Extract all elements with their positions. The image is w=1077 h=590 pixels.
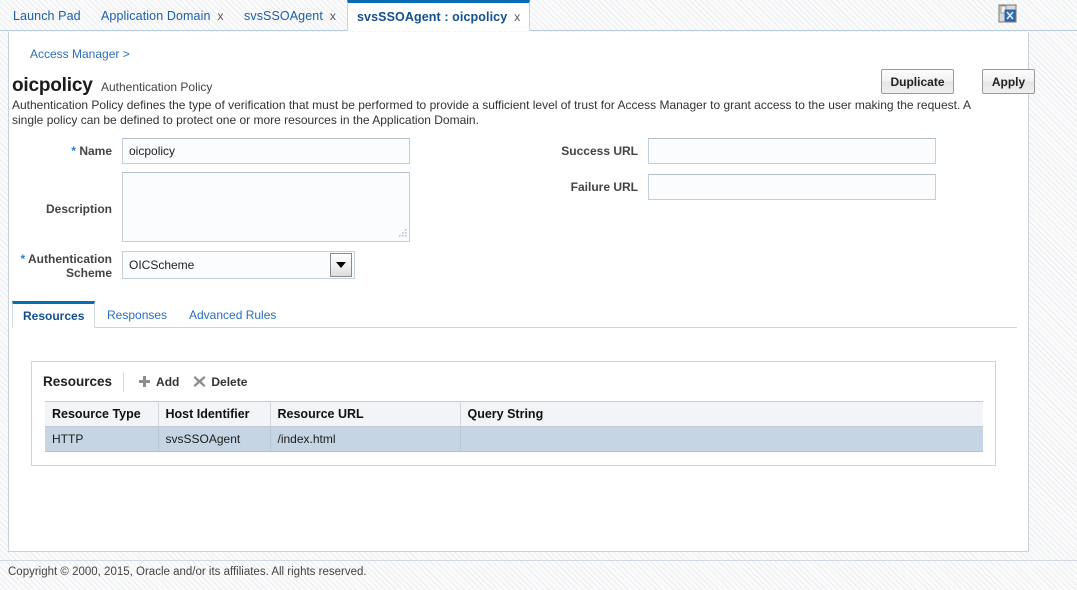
column-header-host-identifier[interactable]: Host Identifier xyxy=(158,401,271,427)
authentication-scheme-label-text: Authentication Scheme xyxy=(28,252,112,280)
tab-label: Responses xyxy=(107,307,168,322)
footer-divider xyxy=(0,560,1077,561)
tab-label: Launch Pad xyxy=(13,8,81,23)
resources-table: Resource Type Host Identifier Resource U… xyxy=(45,401,983,452)
authentication-scheme-value: OICScheme xyxy=(129,258,195,272)
resources-toolbar: Resources Add Delete xyxy=(32,362,995,401)
tab-advanced-rules[interactable]: Advanced Rules xyxy=(179,301,286,328)
apply-button[interactable]: Apply xyxy=(982,69,1035,94)
plus-icon xyxy=(138,375,151,388)
page-description: Authentication Policy defines the type o… xyxy=(12,98,971,127)
close-icon[interactable]: x xyxy=(218,10,224,22)
duplicate-button[interactable]: Duplicate xyxy=(881,69,954,94)
resources-panel-title: Resources xyxy=(32,371,125,392)
success-url-label: Success URL xyxy=(561,144,638,158)
name-label-text: Name xyxy=(79,144,112,158)
add-resource-label: Add xyxy=(156,374,180,389)
authentication-scheme-label: * Authentication Scheme xyxy=(12,252,112,280)
tab-application-domain[interactable]: Application Domain x xyxy=(92,0,233,31)
column-header-resource-type[interactable]: Resource Type xyxy=(45,401,159,427)
policy-subtab-bar: Resources Responses Advanced Rules xyxy=(12,301,1017,328)
footer-copyright: Copyright © 2000, 2015, Oracle and/or it… xyxy=(8,566,367,578)
x-icon xyxy=(193,375,206,388)
column-header-resource-url[interactable]: Resource URL xyxy=(270,401,461,427)
column-header-query-string[interactable]: Query String xyxy=(460,401,983,427)
name-input[interactable] xyxy=(122,138,410,164)
chevron-down-icon[interactable] xyxy=(330,253,352,277)
tab-svssoagent[interactable]: svsSSOAgent x xyxy=(235,0,345,31)
name-label: * Name xyxy=(12,144,112,158)
page-title: oicpolicy xyxy=(12,75,93,96)
required-marker: * xyxy=(20,252,26,266)
cell-query-string xyxy=(460,426,983,452)
authentication-scheme-select[interactable]: OICScheme xyxy=(122,251,355,279)
resources-panel: Resources Add Delete Resource Type Host … xyxy=(31,361,996,466)
table-row[interactable]: HTTP svsSSOAgent /index.html xyxy=(45,426,983,452)
failure-url-input[interactable] xyxy=(648,174,936,200)
tab-label: svsSSOAgent xyxy=(244,8,323,23)
close-icon[interactable]: x xyxy=(330,10,336,22)
tab-responses[interactable]: Responses xyxy=(97,301,177,328)
table-header-row: Resource Type Host Identifier Resource U… xyxy=(45,401,983,427)
tab-svssoagent-oicpolicy[interactable]: svsSSOAgent : oicpolicy x xyxy=(347,0,531,31)
tab-label: Application Domain xyxy=(101,8,211,23)
save-floppy-icon[interactable] xyxy=(997,3,1019,25)
breadcrumb[interactable]: Access Manager > xyxy=(30,47,130,61)
success-url-input[interactable] xyxy=(648,138,936,164)
description-label: Description xyxy=(45,202,112,216)
tab-launch-pad[interactable]: Launch Pad xyxy=(4,0,90,31)
page-subtitle: Authentication Policy xyxy=(101,80,213,94)
required-marker: * xyxy=(71,144,76,158)
failure-url-label: Failure URL xyxy=(570,180,638,194)
delete-resource-label: Delete xyxy=(211,374,248,389)
description-textarea[interactable] xyxy=(122,172,410,242)
cell-host-identifier: svsSSOAgent xyxy=(158,426,271,452)
close-icon[interactable]: x xyxy=(514,11,520,23)
cell-resource-url: /index.html xyxy=(270,426,461,452)
browser-tab-bar: Launch Pad Application Domain x svsSSOAg… xyxy=(0,0,1077,31)
tab-resources[interactable]: Resources xyxy=(12,301,96,328)
tab-label: svsSSOAgent : oicpolicy xyxy=(357,9,508,24)
cell-resource-type: HTTP xyxy=(45,426,159,452)
delete-resource-button[interactable]: Delete xyxy=(193,375,247,389)
tab-label: Resources xyxy=(23,308,85,323)
add-resource-button[interactable]: Add xyxy=(138,375,179,389)
tab-label: Advanced Rules xyxy=(189,307,277,322)
